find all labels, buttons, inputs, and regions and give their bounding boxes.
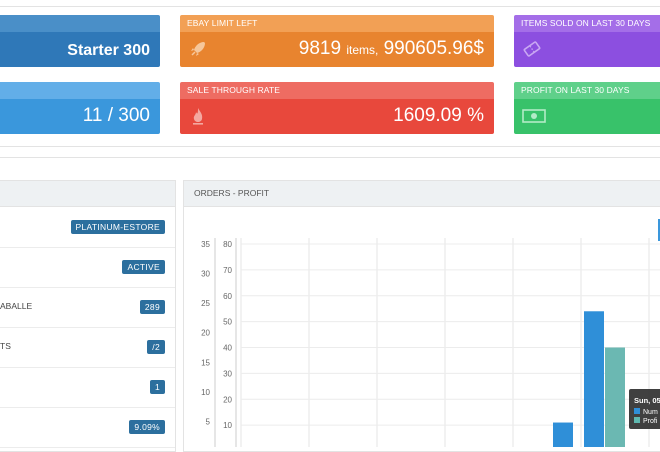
y-axis-right-tick-label: 60 bbox=[223, 292, 232, 301]
profit-card: PROFIT ON LAST 30 DAYS bbox=[514, 82, 660, 134]
list-item-label: TS bbox=[0, 341, 11, 351]
chart-tooltip: Sun, 05 Num Profi bbox=[629, 389, 660, 429]
usage-card-header bbox=[0, 82, 160, 99]
tooltip-series-1-swatch bbox=[634, 408, 640, 414]
plan-value: Starter 300 bbox=[67, 42, 150, 59]
ebay-limit-header: EBAY LIMIT LEFT bbox=[180, 15, 494, 32]
y-axis-left-tick-label: 30 bbox=[201, 270, 210, 279]
cards-divider-2 bbox=[0, 157, 660, 158]
tooltip-series-2: Profi bbox=[643, 418, 658, 425]
y-axis-right-tick-label: 10 bbox=[223, 421, 232, 430]
profit-header: PROFIT ON LAST 30 DAYS bbox=[514, 82, 660, 99]
bar bbox=[553, 422, 573, 447]
account-info-panel: PLATINUM-ESTORE ACTIVE ABALLE 289 TS /2 … bbox=[0, 180, 176, 452]
money-icon bbox=[522, 109, 546, 123]
percent-badge: 9.09% bbox=[129, 420, 165, 434]
tooltip-series-1: Num bbox=[643, 409, 658, 416]
y-axis-left-tick-label: 35 bbox=[201, 240, 210, 249]
ebay-limit-value: 9819 items, 990605.96$ bbox=[299, 38, 484, 60]
cards-divider-1 bbox=[0, 146, 660, 147]
y-axis-right-tick-label: 40 bbox=[223, 344, 232, 353]
usage-value: 11 / 300 bbox=[82, 105, 150, 126]
ebay-limit-amount: 990605.96$ bbox=[383, 38, 484, 59]
count-badge: 289 bbox=[139, 300, 165, 314]
plan-card: Starter 300 bbox=[0, 15, 160, 67]
list-item: 9.09% bbox=[0, 407, 175, 448]
top-divider bbox=[0, 6, 660, 7]
ebay-limit-card: EBAY LIMIT LEFT 9819 items, 990605.96$ bbox=[180, 15, 494, 67]
orders-profit-panel: ORDERS - PROFIT 5 10 15 20 25 30 35 10 20 30 40 50… bbox=[183, 180, 660, 452]
y-axis-left-tick-label: 15 bbox=[201, 358, 210, 367]
ebay-limit-items-unit: items, bbox=[346, 43, 379, 57]
items-sold-header: ITEMS SOLD ON LAST 30 DAYS bbox=[514, 15, 660, 32]
sale-through-card: SALE THROUGH RATE 1609.09 % bbox=[180, 82, 494, 134]
y-axis-right-tick-label: 70 bbox=[223, 266, 232, 275]
list-item: 1 bbox=[0, 367, 175, 408]
tooltip-title: Sun, 05 bbox=[634, 396, 660, 405]
y-axis-left-tick-label: 25 bbox=[201, 299, 210, 308]
list-item-label: ABALLE bbox=[0, 301, 33, 311]
list-item: ACTIVE bbox=[0, 247, 175, 288]
y-axis-right-tick-label: 20 bbox=[223, 395, 232, 404]
y-axis-left-tick-label: 10 bbox=[201, 388, 210, 397]
count-badge: 1 bbox=[149, 380, 165, 394]
y-axis-right-tick-label: 30 bbox=[223, 369, 232, 378]
list-item: TS /2 bbox=[0, 327, 175, 368]
sale-through-value: 1609.09 % bbox=[393, 105, 484, 126]
y-axis-left-tick-label: 20 bbox=[201, 329, 210, 338]
ticket-icon bbox=[523, 41, 541, 57]
y-axis-right-tick-label: 50 bbox=[223, 318, 232, 327]
account-info-header bbox=[0, 181, 175, 207]
list-item: ABALLE 289 bbox=[0, 287, 175, 328]
sale-through-header: SALE THROUGH RATE bbox=[180, 82, 494, 99]
bar bbox=[605, 347, 625, 447]
ebay-limit-items: 9819 bbox=[298, 38, 342, 59]
y-axis-left-tick-label: 5 bbox=[206, 417, 211, 426]
count-badge: /2 bbox=[147, 340, 165, 354]
usage-card: 11 / 300 bbox=[0, 82, 160, 134]
orders-profit-title: ORDERS - PROFIT bbox=[184, 181, 660, 207]
plan-card-header bbox=[0, 15, 160, 32]
orders-profit-chart: 5 10 15 20 25 30 35 10 20 30 40 50 60 70 80 Sun, 05 N… bbox=[201, 219, 660, 447]
list-item: PLATINUM-ESTORE bbox=[0, 207, 175, 248]
y-axis-right-tick-label: 80 bbox=[223, 240, 232, 249]
status-badge: ACTIVE bbox=[122, 260, 165, 274]
rocket-icon bbox=[191, 42, 205, 56]
items-sold-card: ITEMS SOLD ON LAST 30 DAYS bbox=[514, 15, 660, 67]
status-badge: PLATINUM-ESTORE bbox=[70, 220, 165, 234]
fire-icon bbox=[193, 108, 203, 125]
tooltip-series-2-swatch bbox=[634, 417, 640, 423]
bar bbox=[584, 311, 604, 447]
